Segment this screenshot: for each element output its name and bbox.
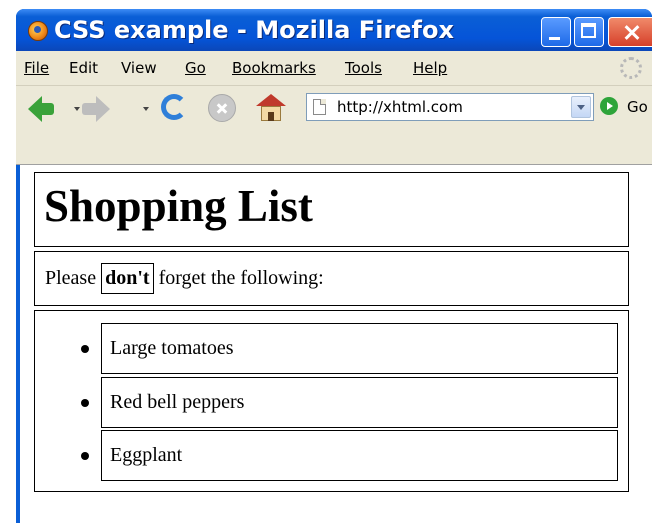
menu-go-label: Go [185, 59, 206, 77]
page-heading: Shopping List [44, 181, 313, 231]
window-title: CSS example - Mozilla Firefox [54, 16, 454, 44]
forward-arrow-icon[interactable] [82, 96, 110, 122]
forward-history-dropdown-icon[interactable] [143, 107, 149, 111]
home-door-shape [268, 112, 274, 121]
stop-icon[interactable] [208, 94, 236, 122]
menu-go[interactable]: Go [185, 59, 206, 77]
page-content: Shopping List Please don't forget the fo… [20, 165, 652, 523]
menu-edit-label: Edit [69, 59, 99, 77]
bullet-icon [81, 452, 89, 460]
url-history-dropdown-icon[interactable] [571, 96, 591, 118]
back-arrow-icon[interactable] [28, 96, 54, 122]
navigation-toolbar: Go [16, 86, 652, 130]
menu-help-label: Help [413, 59, 448, 77]
firefox-icon [28, 21, 48, 41]
back-history-dropdown-icon[interactable] [74, 107, 80, 111]
menu-tools[interactable]: Tools [345, 59, 382, 77]
list-item-text: Red bell peppers [110, 391, 245, 413]
home-roof-shape [256, 94, 286, 106]
go-icon[interactable] [600, 97, 618, 115]
shopping-list: Large tomatoes Red bell peppers Eggplant [34, 310, 629, 492]
maximize-button[interactable] [574, 17, 604, 47]
minimize-button[interactable] [541, 17, 571, 47]
menu-bar: File Edit View Go Bookmarks Tools Help [16, 51, 652, 86]
url-input[interactable] [337, 97, 557, 117]
menu-edit[interactable]: Edit [69, 59, 98, 77]
menu-file-label: File [24, 59, 50, 77]
bullet-icon [81, 399, 89, 407]
menu-view[interactable]: View [121, 59, 157, 77]
title-bar[interactable]: CSS example - Mozilla Firefox [16, 9, 652, 51]
intro-box: Please don't forget the following: [34, 251, 629, 306]
list-item: Eggplant [81, 430, 618, 481]
menu-help[interactable]: Help [413, 59, 447, 77]
menu-bookmarks-label: Bookmarks [232, 59, 316, 77]
intro-text-before: Please [45, 267, 97, 289]
menu-file[interactable]: File [24, 59, 49, 77]
browser-window: CSS example - Mozilla Firefox File Edit … [16, 9, 652, 523]
list-item: Red bell peppers [81, 377, 618, 428]
page-icon [313, 99, 326, 115]
list-item-text: Large tomatoes [110, 337, 234, 359]
intro-paragraph: Please don't forget the following: [45, 263, 324, 294]
home-icon[interactable] [256, 94, 286, 122]
bullet-icon [81, 345, 89, 353]
intro-emphasis: don't [101, 263, 154, 294]
menu-view-label: View [121, 59, 157, 77]
browser-chrome: File Edit View Go Bookmarks Tools Help h… [16, 51, 652, 165]
intro-text-after: forget the following: [158, 267, 324, 289]
list-item-text: Eggplant [110, 444, 183, 466]
heading-box: Shopping List [34, 172, 629, 247]
close-button[interactable] [608, 17, 652, 47]
menu-tools-label: Tools [345, 59, 382, 77]
list-item: Large tomatoes [81, 323, 618, 374]
menu-bookmarks[interactable]: Bookmarks [232, 59, 316, 77]
activity-throbber-icon [620, 57, 642, 79]
go-button-label[interactable]: Go [627, 98, 648, 116]
address-bar[interactable] [306, 93, 594, 121]
reload-icon[interactable] [161, 94, 187, 120]
